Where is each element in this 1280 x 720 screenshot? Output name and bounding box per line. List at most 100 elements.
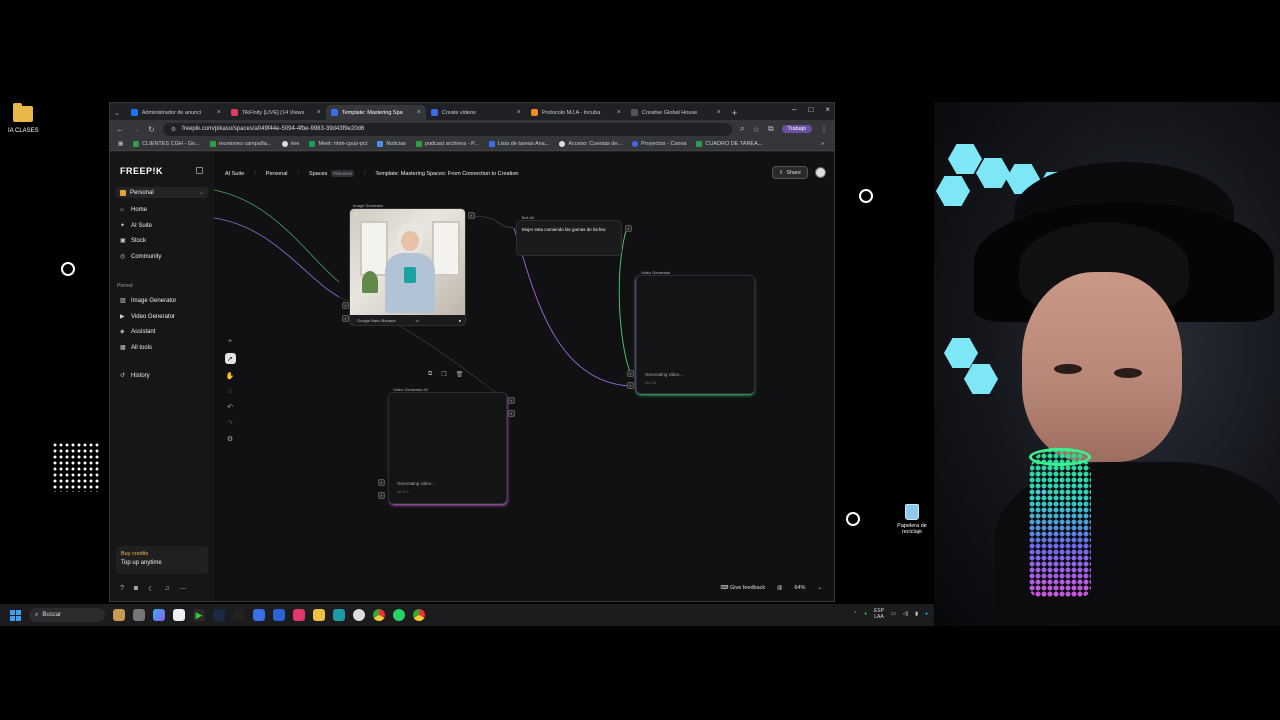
bookmark-item[interactable]: Noticias [377, 141, 406, 147]
input-port-icon[interactable]: ▪ [378, 479, 385, 486]
aspect-icon[interactable]: ▭ [415, 318, 419, 323]
minimap-icon[interactable]: ▥ [777, 585, 782, 591]
input-port-icon[interactable]: ▪ [342, 302, 349, 309]
sidebar-item-all-tools[interactable]: ▦ All tools [120, 345, 152, 351]
task-view-icon[interactable] [133, 609, 145, 621]
bookmark-item[interactable]: reuniones campaña... [209, 141, 272, 147]
forward-icon[interactable]: → [132, 125, 140, 134]
browser-tab[interactable]: Protocolo MJ.A - Incuba × [526, 105, 626, 120]
notifications-icon[interactable]: ♫ [164, 585, 169, 593]
close-window-icon[interactable]: × [825, 105, 830, 114]
sidebar-item-community[interactable]: ◎ Community [120, 254, 161, 260]
sidebar-item-image-generator[interactable]: ▨ Image Generator [120, 298, 176, 304]
close-tab-icon[interactable]: × [217, 109, 221, 116]
new-tab-icon[interactable]: + [732, 108, 737, 118]
widgets-icon[interactable] [113, 609, 125, 621]
recycle-bin[interactable]: Papelera de reciclaje [895, 504, 929, 535]
sidebar-item-ai-suite[interactable]: ✦ AI Suite [120, 223, 152, 229]
bookmark-item[interactable]: podcast archivos - P... [415, 141, 479, 147]
edge-icon[interactable] [333, 609, 345, 621]
duplicate-icon[interactable]: ⧉ [428, 371, 432, 378]
obs-icon[interactable] [353, 609, 365, 621]
reload-icon[interactable]: ↻ [148, 125, 155, 134]
input-port-icon[interactable]: ▪ [627, 382, 634, 389]
buy-credits-card[interactable]: Buy credits Top up anytime [116, 546, 208, 574]
site-info-icon[interactable]: ⚙ [171, 126, 176, 133]
profile-button[interactable]: Trabajo [781, 125, 812, 133]
more-bookmarks-icon[interactable]: » [821, 141, 824, 147]
whatsapp-icon[interactable] [393, 609, 405, 621]
zoom-level[interactable]: 64% [794, 585, 805, 591]
bookmark-item[interactable]: Lista de tareas Ana... [488, 141, 549, 147]
battery-icon[interactable]: ▮ [915, 611, 918, 617]
sidebar-item-stock[interactable]: ▣ Stock [120, 238, 146, 244]
mic-icon[interactable]: ♦ [864, 611, 867, 617]
app-icon[interactable] [273, 609, 285, 621]
sidebar-toggle-icon[interactable] [196, 167, 203, 174]
browser-tab[interactable]: Create videos × [426, 105, 526, 120]
discord-icon[interactable]: ◙ [134, 585, 138, 593]
browser-tab[interactable]: TikFinity [LIVE] (14 Views × [226, 105, 326, 120]
browser-tab[interactable]: Creative Global House × [626, 105, 726, 120]
theme-icon[interactable]: ☾ [148, 585, 154, 593]
menu-icon[interactable]: ⋮ [820, 125, 828, 134]
image-options-icon[interactable]: ⋯ [457, 212, 461, 217]
bookmark-item[interactable]: CUADRO DE TAREA... [696, 141, 762, 147]
bookmark-item[interactable]: Proyectos - Canva [632, 141, 686, 147]
sidebar-item-video-generator[interactable]: ▶ Video Generator [120, 314, 175, 320]
input-port-icon[interactable]: ▪ [342, 315, 349, 322]
volume-icon[interactable]: ◁) [903, 611, 909, 617]
help-icon[interactable]: ? [120, 585, 124, 593]
back-icon[interactable]: ← [116, 125, 124, 134]
network-icon[interactable]: ▭ [891, 611, 896, 617]
taskbar-search[interactable]: ⌕ Buscar [29, 608, 105, 622]
maximize-icon[interactable]: □ [808, 105, 813, 114]
text-node-content[interactable]: Mujer esta comiendo las gomas de bichiw [522, 227, 606, 232]
bookmark-item[interactable]: Meet: nhm-cpuo-pct [309, 141, 367, 147]
chrome-icon[interactable] [413, 609, 425, 621]
file-explorer-icon[interactable] [313, 609, 325, 621]
output-port-icon[interactable]: ▪ [468, 212, 475, 219]
notification-bell-icon[interactable]: ● [925, 611, 928, 617]
chrome-icon[interactable] [373, 609, 385, 621]
bookmark-item[interactable]: rive [281, 141, 299, 147]
apps-grid-icon[interactable]: ▦ [118, 141, 123, 147]
close-tab-icon[interactable]: × [417, 109, 421, 116]
desktop-folder-ia-clases[interactable]: IA CLASES [8, 103, 39, 134]
freepik-logo[interactable]: FREEP!K [120, 166, 163, 176]
model-label[interactable]: Google Nano Banana [357, 318, 395, 323]
text-node[interactable]: Mujer esta comiendo las gomas de bichiw [516, 220, 622, 256]
image-count-icon[interactable]: ▢ [354, 212, 358, 217]
generate-icon[interactable]: ● [459, 318, 461, 323]
input-port-icon[interactable]: ▪ [378, 492, 385, 499]
bookmark-star-icon[interactable]: ☆ [753, 125, 760, 134]
copilot-icon[interactable] [153, 609, 165, 621]
close-tab-icon[interactable]: × [617, 109, 621, 116]
play-icon[interactable]: ▶ [193, 609, 205, 621]
more-icon[interactable]: ⋯ [180, 585, 187, 593]
image-generator-node[interactable]: ▢ ⋯ Google Nano Banana ▭ ● [349, 208, 466, 326]
browser-tab-active[interactable]: Template: Mastering Spa × [325, 105, 426, 120]
start-button-icon[interactable] [10, 609, 21, 621]
output-port-icon[interactable]: ▪ [625, 225, 632, 232]
delete-icon[interactable]: 🗑 [456, 371, 464, 378]
steam-icon[interactable] [213, 609, 225, 621]
output-port-icon[interactable]: ▪ [508, 410, 515, 417]
app-icon[interactable] [253, 609, 265, 621]
zoom-icon[interactable]: ⌕ [740, 124, 744, 134]
close-tab-icon[interactable]: × [517, 109, 521, 116]
video-generator-node-2[interactable]: Generating video... 8m 37s [388, 392, 507, 504]
extensions-icon[interactable]: ⧉ [768, 124, 774, 134]
tiktok-icon[interactable] [293, 609, 305, 621]
sidebar-item-home[interactable]: ⌂ Home [120, 207, 147, 213]
sidebar-item-assistant[interactable]: ◈ Assistant [120, 329, 155, 335]
tray-chevron-icon[interactable]: ⌃ [853, 611, 857, 617]
output-port-icon[interactable]: ▪ [508, 397, 515, 404]
close-tab-icon[interactable]: × [717, 109, 721, 116]
input-port-icon[interactable]: ▪ [627, 370, 634, 377]
copy-icon[interactable]: ❐ [441, 371, 446, 378]
close-tab-icon[interactable]: × [317, 109, 321, 116]
browser-tab[interactable]: Administrador de anunci × [126, 105, 226, 120]
tab-search-icon[interactable]: ⌄ [114, 109, 120, 117]
bookmark-item[interactable]: Acceso: Cuentas de... [559, 141, 622, 147]
